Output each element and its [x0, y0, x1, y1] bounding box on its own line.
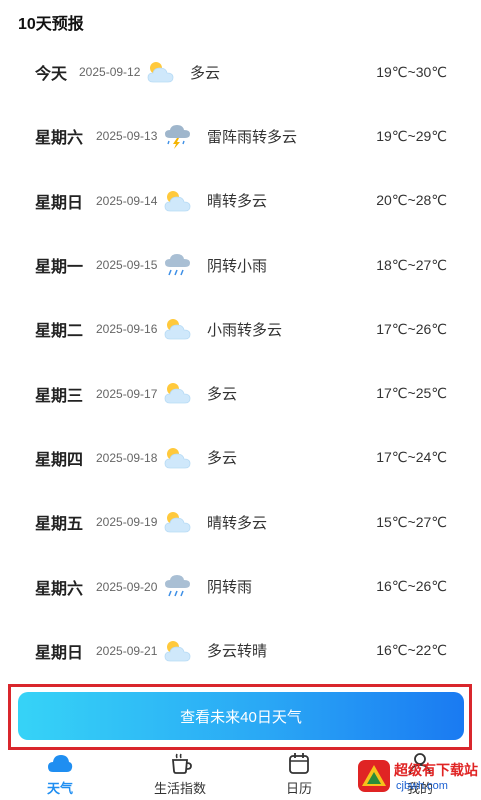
- date-label: 2025-09-19: [96, 515, 158, 530]
- day-label: 星期日: [35, 644, 84, 662]
- forecast-row: 星期二 2025-09-16 小雨转多云 17℃~26℃: [0, 297, 481, 361]
- cloud-icon: [48, 755, 73, 772]
- forecast-row: 星期五 2025-09-19 晴转多云 15℃~27℃: [0, 490, 481, 554]
- date-label: 2025-09-21: [96, 643, 158, 658]
- date-label: 2025-09-20: [96, 579, 158, 594]
- partly-cloudy-icon: [162, 316, 192, 342]
- day-label: 星期三: [35, 387, 84, 405]
- forecast-list: 今天 2025-09-12 多云 19℃~30℃ 星期六 2025-09-13 雷阵雨转多云…: [0, 40, 481, 683]
- forecast-row: 星期六 2025-09-20 阴转雨 16℃~26℃: [0, 554, 481, 618]
- partly-cloudy-icon: [162, 380, 192, 406]
- date-label: 2025-09-13: [96, 129, 158, 144]
- day-label: 星期二: [35, 323, 84, 341]
- day-label: 星期五: [35, 516, 84, 534]
- date-label: 2025-09-18: [96, 450, 158, 465]
- weather-description: 多云: [190, 64, 221, 82]
- forecast-row: 星期六 2025-09-13 雷阵雨转多云 19℃~29℃: [0, 104, 481, 168]
- calendar-icon: [289, 753, 309, 774]
- tab-label: 日历: [285, 781, 312, 796]
- thunderstorm-icon: [162, 123, 192, 150]
- partly-cloudy-icon: [145, 59, 175, 85]
- forecast-row: 星期四 2025-09-18 多云 17℃~24℃: [0, 426, 481, 490]
- cup-icon: [172, 753, 192, 774]
- forecast-row: 星期一 2025-09-15 阴转小雨 18℃~27℃: [0, 233, 481, 297]
- temperature-range: 16℃~26℃: [376, 578, 447, 595]
- temperature-range: 19℃~29℃: [376, 127, 447, 144]
- day-label: 星期六: [35, 580, 84, 598]
- date-label: 2025-09-12: [79, 65, 141, 80]
- temperature-range: 17℃~25℃: [376, 385, 447, 402]
- date-label: 2025-09-17: [96, 386, 158, 401]
- day-label: 星期六: [35, 130, 84, 148]
- weather-description: 阴转雨: [207, 579, 253, 597]
- tab-label: 天气: [46, 781, 73, 796]
- temperature-range: 17℃~26℃: [376, 320, 447, 337]
- tab-label: 生活指数: [153, 781, 206, 796]
- weather-description: 阴转小雨: [207, 257, 268, 275]
- weather-description: 小雨转多云: [207, 321, 283, 339]
- watermark: 超级有下载站 cjbwh.com: [356, 752, 481, 800]
- temperature-range: 17℃~24℃: [376, 449, 447, 466]
- section-title: 10天预报: [18, 16, 84, 33]
- watermark-subtext: cjbwh.com: [396, 780, 448, 792]
- weather-description: 多云: [207, 386, 238, 404]
- weather-description: 多云转晴: [207, 643, 268, 661]
- rain-icon: [162, 252, 192, 278]
- partly-cloudy-icon: [162, 509, 192, 535]
- temperature-range: 18℃~27℃: [376, 256, 447, 273]
- day-label: 星期一: [35, 259, 84, 277]
- forecast-card: 10天预报 今天 2025-09-12 多云 19℃~30℃ 星期六 2025-09-13…: [0, 0, 481, 745]
- forecast-row: 星期日 2025-09-21 多云转晴 16℃~22℃: [0, 619, 481, 683]
- partly-cloudy-icon: [162, 638, 192, 664]
- forecast-row: 星期日 2025-09-14 晴转多云 20℃~28℃: [0, 169, 481, 233]
- date-label: 2025-09-14: [96, 193, 158, 208]
- day-label: 今天: [35, 66, 68, 84]
- day-label: 星期日: [35, 194, 84, 212]
- date-label: 2025-09-15: [96, 258, 158, 273]
- forecast-row: 今天 2025-09-12 多云 19℃~30℃: [0, 40, 481, 104]
- tab-calendar[interactable]: 日历: [254, 750, 344, 800]
- rain-icon: [162, 573, 192, 599]
- temperature-range: 16℃~22℃: [376, 642, 447, 659]
- partly-cloudy-icon: [162, 445, 192, 471]
- partly-cloudy-icon: [162, 188, 192, 214]
- view-40-day-forecast-button[interactable]: 查看未来40日天气: [18, 692, 464, 740]
- temperature-range: 15℃~27℃: [376, 513, 447, 530]
- tab-life-index[interactable]: 生活指数: [135, 750, 225, 800]
- day-label: 星期四: [35, 451, 84, 469]
- weather-description: 晴转多云: [207, 514, 268, 532]
- weather-description: 晴转多云: [207, 193, 268, 211]
- temperature-range: 20℃~28℃: [376, 192, 447, 209]
- date-label: 2025-09-16: [96, 322, 158, 337]
- weather-description: 多云: [207, 450, 238, 468]
- watermark-logo-icon: [358, 760, 390, 792]
- forecast-row: 星期三 2025-09-17 多云 17℃~25℃: [0, 361, 481, 425]
- weather-description: 雷阵雨转多云: [207, 128, 298, 146]
- tab-weather[interactable]: 天气: [15, 750, 105, 800]
- watermark-text: 超级有下载站: [394, 762, 478, 778]
- temperature-range: 19℃~30℃: [376, 63, 447, 80]
